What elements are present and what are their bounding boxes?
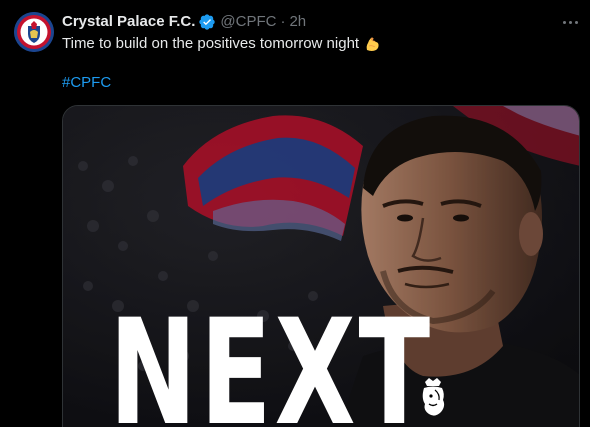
tweet-header: Crystal Palace F.C. @CPFC · 2h bbox=[62, 12, 306, 32]
separator-dot: · bbox=[280, 13, 286, 30]
tweet-media-image[interactable]: NEXT bbox=[62, 105, 580, 427]
hashtag-link[interactable]: #CPFC bbox=[62, 73, 111, 93]
premier-league-lion-logo-icon bbox=[422, 378, 445, 416]
tweet-timestamp[interactable]: 2h bbox=[289, 12, 306, 32]
tweet-text: Time to build on the positives tomorrow … bbox=[62, 34, 381, 54]
next-overlay-text: NEXT bbox=[109, 288, 434, 427]
more-options-icon[interactable] bbox=[558, 12, 582, 32]
author-display-name[interactable]: Crystal Palace F.C. bbox=[62, 12, 195, 32]
tweet-text-content: Time to build on the positives tomorrow … bbox=[62, 35, 360, 52]
verified-badge-icon[interactable] bbox=[198, 13, 216, 31]
crystal-palace-crest-icon bbox=[14, 12, 54, 52]
tweet[interactable]: Crystal Palace F.C. @CPFC · 2h Time to b… bbox=[0, 0, 590, 427]
avatar[interactable] bbox=[14, 12, 54, 52]
flexed-biceps-emoji-icon bbox=[366, 37, 379, 51]
author-handle[interactable]: @CPFC bbox=[220, 12, 276, 32]
